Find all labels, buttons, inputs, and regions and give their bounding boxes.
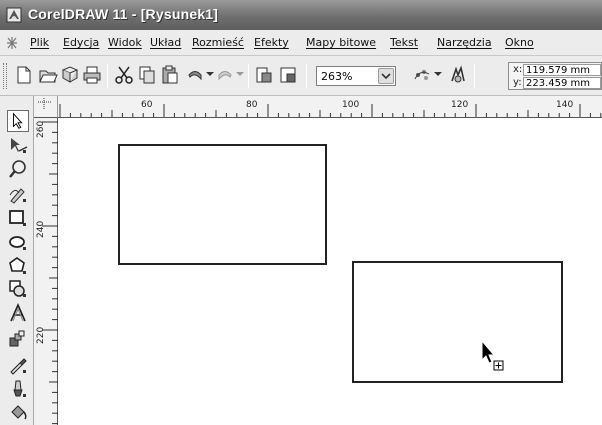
text-tool-icon[interactable] <box>7 302 29 324</box>
redo-dropdown-arrow[interactable] <box>236 71 244 77</box>
ellipse-tool-icon[interactable] <box>7 231 29 253</box>
cursor-coordinates: x: 119.579 mm y: 223.459 mm <box>508 62 602 90</box>
zoom-dropdown-button[interactable] <box>378 68 394 84</box>
ruler-label-240: 240 <box>36 220 46 238</box>
zoom-level-combo[interactable]: 263% <box>316 66 396 86</box>
cut-icon[interactable] <box>114 65 134 85</box>
copy-icon[interactable] <box>137 65 157 85</box>
menu-widok[interactable]: Widok <box>108 36 142 49</box>
rectangle-tool-icon[interactable] <box>7 207 29 229</box>
import-icon[interactable] <box>254 65 274 85</box>
eyedropper-tool-icon[interactable] <box>7 354 29 376</box>
toolbar-separator <box>107 64 108 88</box>
menu-uklad[interactable]: Układ <box>150 36 181 49</box>
new-icon[interactable] <box>14 65 34 85</box>
redo-icon[interactable] <box>215 65 235 85</box>
print-icon[interactable] <box>82 65 102 85</box>
zoom-tool-icon[interactable] <box>7 158 29 180</box>
toolbar-grip[interactable] <box>3 63 7 89</box>
menu-efekty[interactable]: Efekty <box>254 36 289 49</box>
coord-y-label: y: <box>513 77 522 88</box>
menu-tekst[interactable]: Tekst <box>390 36 418 49</box>
ruler-label-80: 80 <box>246 100 258 110</box>
app-launcher-icon[interactable] <box>412 65 432 85</box>
ruler-label-100: 100 <box>342 100 360 110</box>
ruler-origin-icon <box>38 98 52 110</box>
fill-tool-icon[interactable] <box>7 402 29 424</box>
basic-shapes-tool-icon[interactable] <box>7 278 29 300</box>
save-icon[interactable] <box>60 65 80 85</box>
ruler-label-60: 60 <box>141 100 153 110</box>
horizontal-ruler[interactable] <box>34 96 602 118</box>
vertical-ruler[interactable] <box>34 118 58 425</box>
export-icon[interactable] <box>278 65 298 85</box>
outline-tool-icon[interactable] <box>7 378 29 400</box>
shape-tool-icon[interactable] <box>7 134 29 156</box>
title-bar: CorelDRAW 11 - [Rysunek1] <box>0 0 602 30</box>
paste-icon[interactable] <box>160 65 180 85</box>
toolbar-separator <box>306 64 307 88</box>
drawing-canvas[interactable] <box>59 119 602 425</box>
rectangle-shape-1[interactable] <box>118 144 327 265</box>
menu-edycja[interactable]: Edycja <box>63 36 99 49</box>
ruler-label-120: 120 <box>451 100 469 110</box>
pick-tool-icon[interactable] <box>7 110 29 132</box>
chevron-down-icon <box>381 73 391 80</box>
undo-icon[interactable] <box>185 65 205 85</box>
menu-mapy-bitowe[interactable]: Mapy bitowe <box>306 36 376 49</box>
coord-y-value[interactable]: 223.459 mm <box>523 77 601 89</box>
interactive-blend-tool-icon[interactable] <box>7 329 29 351</box>
menu-rozmiesc[interactable]: Rozmieść <box>192 36 244 49</box>
coord-x-value[interactable]: 119.579 mm <box>523 64 601 76</box>
toolbar-separator <box>248 64 249 88</box>
menu-okno[interactable]: Okno <box>505 36 534 49</box>
freehand-tool-icon[interactable] <box>7 183 29 205</box>
zoom-level-value: 263% <box>321 70 353 83</box>
ruler-origin-corner[interactable] <box>34 96 58 118</box>
menu-bar: Plik Edycja Widok Układ Rozmieść Efekty … <box>0 30 602 56</box>
menu-plik[interactable]: Plik <box>30 36 49 49</box>
open-icon[interactable] <box>38 65 58 85</box>
ruler-label-140: 140 <box>556 100 574 110</box>
rectangle-shape-2[interactable] <box>352 261 563 383</box>
coreldraw-app-icon[interactable] <box>6 7 22 23</box>
app-launcher-dropdown-arrow[interactable] <box>434 71 442 77</box>
window-title: CorelDRAW 11 - [Rysunek1] <box>28 6 219 22</box>
toolbar-separator <box>474 64 475 88</box>
corel-online-icon[interactable] <box>448 65 468 85</box>
undo-dropdown-arrow[interactable] <box>206 71 214 77</box>
standard-toolbar: 263% x: 119.579 mm y: 223.459 mm <box>0 56 602 96</box>
coord-x-label: x: <box>513 64 523 75</box>
menu-bar-grip-icon[interactable] <box>5 35 19 51</box>
toolbox <box>0 96 34 425</box>
mouse-pointer-icon <box>481 340 504 371</box>
ruler-label-260: 260 <box>36 120 46 138</box>
polygon-tool-icon[interactable] <box>7 255 29 277</box>
vertical-ruler-ticks <box>42 121 58 425</box>
horizontal-ruler-ticks <box>59 104 602 117</box>
ruler-label-220: 220 <box>36 326 46 344</box>
menu-narzedzia[interactable]: Narzędzia <box>437 36 492 49</box>
